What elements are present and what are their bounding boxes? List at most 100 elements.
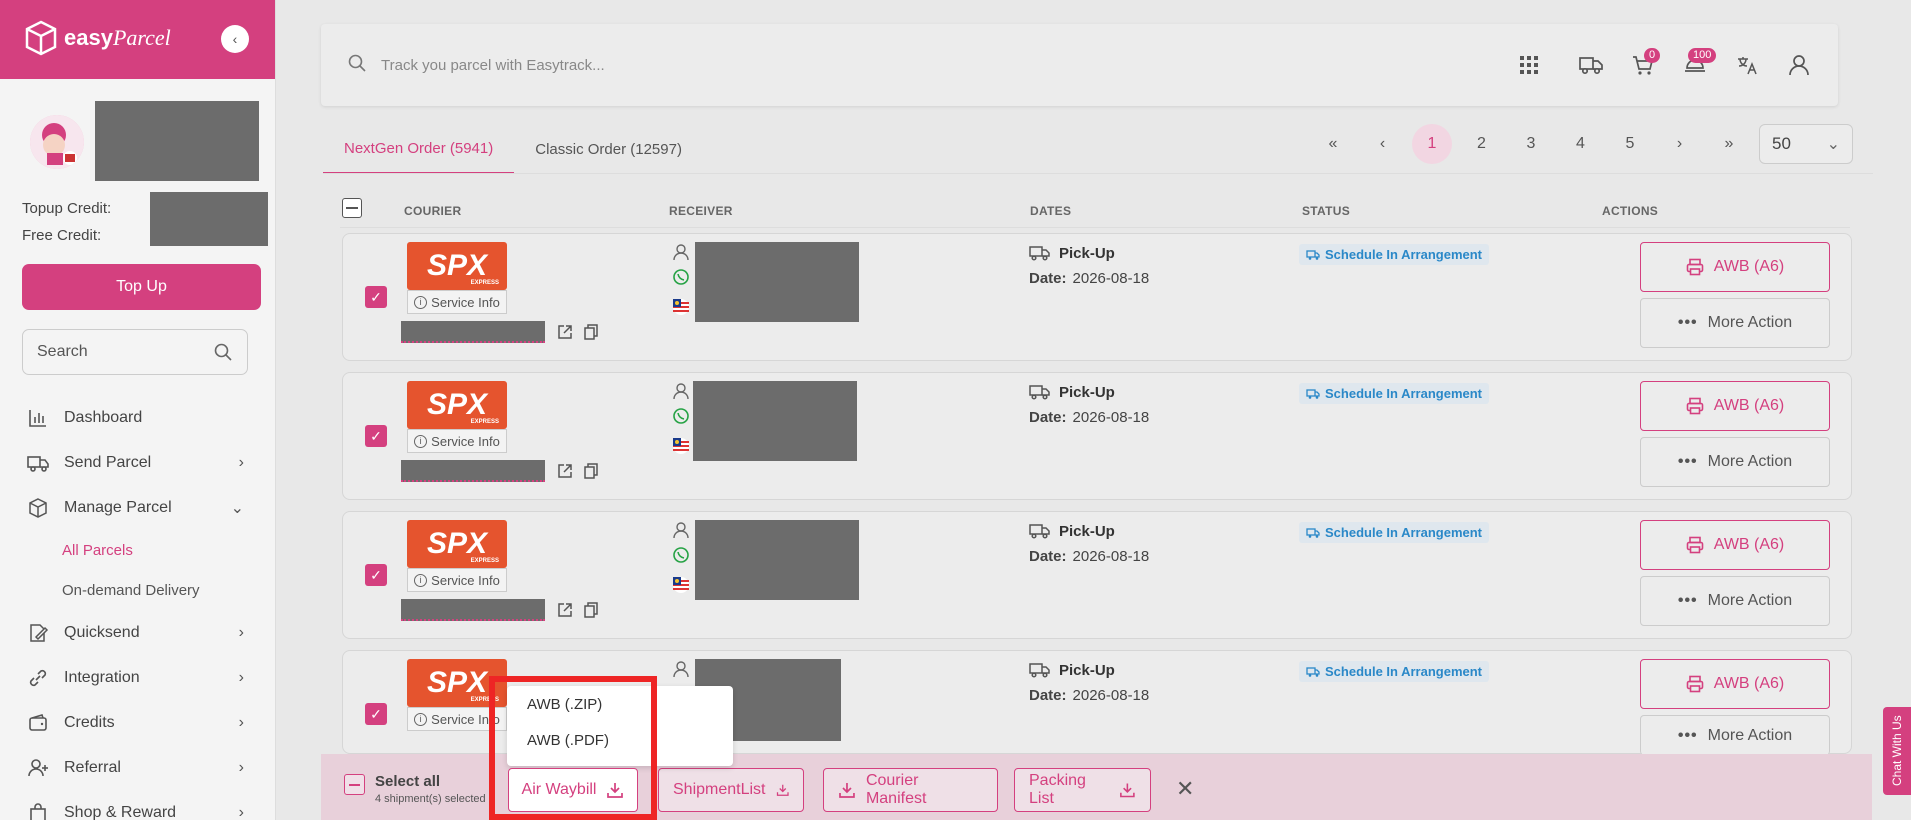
select-all-checkbox[interactable] — [344, 774, 365, 795]
row-select-checkbox[interactable]: ✓ — [365, 564, 387, 586]
download-icon — [776, 784, 789, 796]
page-button[interactable]: 3 — [1511, 124, 1551, 164]
dropdown-item-awb-zip[interactable]: AWB (.ZIP) — [507, 686, 733, 722]
tracking-number-redacted[interactable] — [401, 321, 545, 343]
topup-credit-label: Topup Credit: — [22, 200, 112, 217]
chat-with-us-button[interactable]: Chat With Us — [1883, 707, 1911, 795]
column-header-actions: ACTIONS — [1602, 204, 1659, 218]
sidebar-item-dashboard[interactable]: Dashboard — [0, 395, 276, 440]
awb-print-button[interactable]: AWB (A6) — [1640, 242, 1830, 292]
collapse-sidebar-button[interactable]: ‹ — [221, 25, 249, 53]
last-page-button[interactable]: » — [1709, 124, 1749, 164]
awb-print-button[interactable]: AWB (A6) — [1640, 659, 1830, 709]
packing-list-button[interactable]: Packing List — [1014, 768, 1151, 812]
sidebar-item-label: Integration — [64, 668, 140, 686]
chevron-left-icon: ‹ — [232, 31, 238, 47]
more-action-button[interactable]: ••• More Action — [1640, 715, 1830, 755]
sidebar-subitem-on-demand-delivery[interactable]: On-demand Delivery — [0, 570, 276, 610]
external-link-icon[interactable] — [555, 600, 575, 620]
sidebar-item-integration[interactable]: Integration › — [0, 655, 276, 700]
pickup-text: Pick-Up — [1059, 383, 1115, 401]
tracking-number-redacted[interactable] — [401, 460, 545, 482]
sidebar-item-send-parcel[interactable]: Send Parcel › — [0, 440, 276, 485]
per-page-select[interactable]: 50 ⌄ — [1759, 124, 1853, 164]
sidebar-item-credits[interactable]: Credits › — [0, 700, 276, 745]
more-action-button[interactable]: ••• More Action — [1640, 576, 1830, 626]
first-page-button[interactable]: « — [1313, 124, 1353, 164]
brand-logo[interactable]: easyParcel — [24, 20, 171, 56]
sidebar-search-input[interactable]: Search — [22, 329, 248, 375]
apps-grid-icon[interactable] — [1510, 46, 1548, 84]
dropdown-item-awb-pdf[interactable]: AWB (.PDF) — [507, 722, 733, 758]
check-icon: ✓ — [370, 288, 382, 305]
sidebar-subitem-all-parcels[interactable]: All Parcels — [0, 530, 276, 570]
awb-print-button[interactable]: AWB (A6) — [1640, 381, 1830, 431]
page-button[interactable]: 1 — [1412, 124, 1452, 164]
sidebar-item-label: Referral — [64, 758, 121, 776]
whatsapp-icon[interactable] — [671, 545, 691, 565]
more-action-button[interactable]: ••• More Action — [1640, 298, 1830, 348]
service-info-label: Service Info — [431, 433, 500, 449]
external-link-icon[interactable] — [555, 461, 575, 481]
whatsapp-icon[interactable] — [671, 406, 691, 426]
delivery-truck-icon[interactable] — [1572, 46, 1610, 84]
page-button[interactable]: 2 — [1462, 124, 1502, 164]
cart-icon[interactable]: 0 — [1624, 46, 1662, 84]
next-page-button[interactable]: › — [1660, 124, 1700, 164]
sidebar-item-manage-parcel[interactable]: Manage Parcel ⌄ — [0, 485, 276, 530]
sidebar-item-quicksend[interactable]: Quicksend › — [0, 610, 276, 655]
avatar[interactable] — [30, 115, 84, 169]
copy-icon[interactable] — [581, 322, 601, 342]
status-text: Schedule In Arrangement — [1325, 247, 1482, 262]
tracking-number-redacted[interactable] — [401, 599, 545, 621]
whatsapp-icon[interactable] — [671, 267, 691, 287]
awb-print-button[interactable]: AWB (A6) — [1640, 520, 1830, 570]
row-select-checkbox[interactable]: ✓ — [365, 425, 387, 447]
date-label: Date: — [1029, 270, 1067, 287]
sidebar-item-referral[interactable]: Referral › — [0, 745, 276, 790]
more-action-label: More Action — [1707, 592, 1793, 609]
topup-button[interactable]: Top Up — [22, 264, 261, 310]
easytrack-search-input[interactable]: Track you parcel with Easytrack... — [347, 46, 1527, 84]
row-select-checkbox[interactable]: ✓ — [365, 703, 387, 725]
prev-page-button[interactable]: ‹ — [1363, 124, 1403, 164]
row-select-checkbox[interactable]: ✓ — [365, 286, 387, 308]
printer-icon — [1686, 536, 1704, 554]
translate-icon[interactable] — [1728, 46, 1766, 84]
copy-icon[interactable] — [581, 600, 601, 620]
check-icon: ✓ — [370, 427, 382, 444]
sidebar-item-shop-reward[interactable]: Shop & Reward › — [0, 790, 276, 820]
truck-icon — [26, 451, 50, 475]
tab-classic-order[interactable]: Classic Order (12597) — [514, 124, 703, 174]
more-action-button[interactable]: ••• More Action — [1640, 437, 1830, 487]
pickup-text: Pick-Up — [1059, 661, 1115, 679]
page-button[interactable]: 5 — [1610, 124, 1650, 164]
header-select-checkbox[interactable] — [342, 198, 362, 218]
truck-icon — [1029, 246, 1050, 261]
copy-icon[interactable] — [581, 461, 601, 481]
courier-manifest-button[interactable]: Courier Manifest — [823, 768, 998, 812]
air-waybill-button[interactable]: Air Waybill — [508, 768, 638, 812]
more-dots-icon: ••• — [1677, 726, 1698, 744]
notification-icon[interactable]: 100 — [1676, 46, 1717, 84]
tabs-divider — [323, 173, 1873, 174]
external-link-icon[interactable] — [555, 322, 575, 342]
truck-icon — [1306, 249, 1320, 260]
service-info-button[interactable]: i Service Info — [407, 707, 507, 731]
shipment-list-button[interactable]: ShipmentList — [658, 768, 804, 812]
notification-count-badge: 100 — [1688, 48, 1717, 63]
service-info-button[interactable]: i Service Info — [407, 429, 507, 453]
awb-label: AWB (A6) — [1713, 675, 1785, 692]
wallet-icon — [26, 711, 50, 735]
date-label: Date: — [1029, 687, 1067, 704]
logo-bar: easyParcel ‹ — [0, 0, 275, 79]
user-profile-icon[interactable] — [1780, 46, 1818, 84]
courier-logo: SPX EXPRESS — [407, 659, 507, 707]
close-action-bar-button[interactable]: ✕ — [1176, 776, 1194, 802]
receiver-info-redacted — [695, 520, 859, 600]
service-info-button[interactable]: i Service Info — [407, 568, 507, 592]
pickup-text: Pick-Up — [1059, 244, 1115, 262]
page-button[interactable]: 4 — [1561, 124, 1601, 164]
service-info-button[interactable]: i Service Info — [407, 290, 507, 314]
tab-nextgen-order[interactable]: NextGen Order (5941) — [323, 124, 515, 174]
